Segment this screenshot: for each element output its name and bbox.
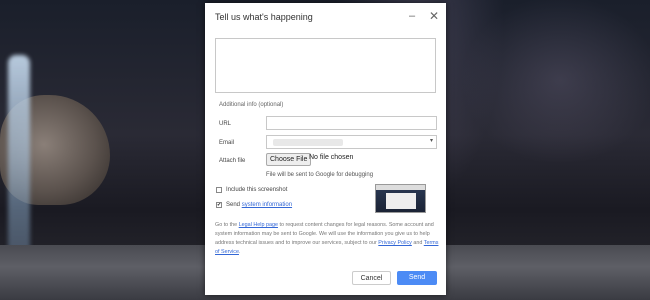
chevron-down-icon: ▾ <box>429 138 433 144</box>
feedback-textarea[interactable] <box>215 38 436 93</box>
url-input[interactable] <box>266 116 437 130</box>
no-file-chosen-text: No file chosen <box>309 154 354 161</box>
legal-text-part: and <box>411 240 424 246</box>
send-label-prefix: Send <box>226 202 242 208</box>
attach-file-label: Attach file <box>219 158 246 164</box>
legal-text-part: Go to the <box>215 222 239 228</box>
dialog-titlebar: Tell us what's happening – ✕ <box>205 3 446 33</box>
email-select[interactable]: ▾ <box>266 135 437 149</box>
legal-text-part: . <box>238 249 241 255</box>
dialog-title: Tell us what's happening <box>215 12 313 22</box>
system-information-link[interactable]: system information <box>242 202 292 208</box>
send-system-info-checkbox[interactable]: ✔ <box>216 202 222 208</box>
thumbnail-titlebar <box>376 185 425 190</box>
include-screenshot-checkbox[interactable] <box>216 187 222 193</box>
privacy-policy-link[interactable]: Privacy Policy <box>378 240 412 246</box>
send-button[interactable]: Send <box>397 271 437 285</box>
check-icon: ✔ <box>217 202 222 208</box>
send-system-info-label: Send system information <box>226 202 292 208</box>
file-note: File will be sent to Google for debuggin… <box>266 172 374 178</box>
screenshot-thumbnail <box>375 184 426 213</box>
email-value-redacted <box>273 139 343 146</box>
cancel-button[interactable]: Cancel <box>352 271 391 285</box>
email-label: Email <box>219 140 235 146</box>
choose-file-button[interactable]: Choose File <box>266 153 312 166</box>
close-icon[interactable]: ✕ <box>429 9 439 23</box>
legal-help-link[interactable]: Legal Help page <box>239 222 278 228</box>
url-label: URL <box>219 121 232 127</box>
minimize-icon[interactable]: – <box>409 10 415 22</box>
legal-text: Go to the Legal Help page to request con… <box>215 221 440 257</box>
feedback-dialog: Tell us what's happening – ✕ Additional … <box>205 3 446 295</box>
additional-info-label: Additional info (optional) <box>219 102 284 108</box>
thumbnail-window <box>386 193 416 209</box>
include-screenshot-label: Include this screenshot <box>226 187 288 193</box>
